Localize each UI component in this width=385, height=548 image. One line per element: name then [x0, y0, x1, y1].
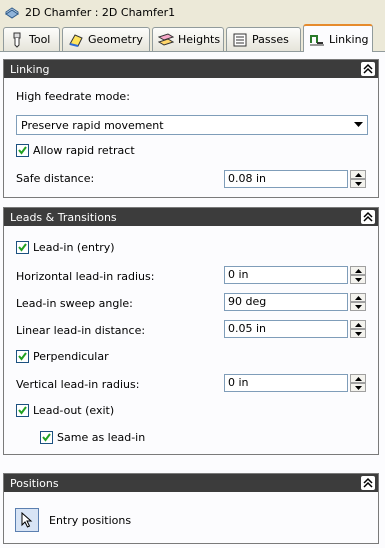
- linking-panel-header[interactable]: Linking: [4, 60, 378, 78]
- lead-out-checkbox[interactable]: [16, 404, 29, 417]
- spin-up-icon[interactable]: [350, 374, 366, 383]
- spin-up-icon[interactable]: [350, 320, 366, 329]
- tab-geometry[interactable]: Geometry: [62, 27, 150, 51]
- lead-out-label: Lead-out (exit): [33, 404, 115, 417]
- lead-in-row[interactable]: Lead-in (entry): [16, 241, 115, 254]
- horizontal-radius-spinner: 0 in: [224, 266, 366, 284]
- sweep-angle-spinner: 90 deg: [224, 293, 366, 311]
- linear-distance-field[interactable]: 0.05 in: [224, 320, 348, 338]
- allow-rapid-retract-checkbox[interactable]: [16, 144, 29, 157]
- sweep-angle-row: Lead-in sweep angle:: [16, 297, 133, 310]
- leads-panel-title: Leads & Transitions: [10, 210, 117, 224]
- window-title: 2D Chamfer : 2D Chamfer1: [25, 5, 176, 19]
- high-feedrate-mode-label: High feedrate mode:: [16, 90, 130, 103]
- spin-down-icon[interactable]: [350, 302, 366, 311]
- vertical-radius-row: Vertical lead-in radius:: [16, 378, 139, 391]
- positions-panel: Positions Entry positions: [3, 473, 379, 544]
- spin-down-icon[interactable]: [350, 383, 366, 392]
- linear-distance-spinner: 0.05 in: [224, 320, 366, 338]
- linking-tab-content: Linking High feedrate mode: Preserve rap…: [0, 52, 385, 548]
- lead-in-label: Lead-in (entry): [33, 241, 115, 254]
- safe-distance-field[interactable]: 0.08 in: [224, 170, 348, 188]
- safe-distance-spinner: 0.08 in: [224, 170, 366, 188]
- spin-down-icon[interactable]: [350, 329, 366, 338]
- spin-up-icon[interactable]: [350, 293, 366, 302]
- collapse-icon[interactable]: [361, 62, 375, 76]
- spin-down-icon[interactable]: [350, 275, 366, 284]
- same-as-lead-in-row[interactable]: Same as lead-in: [40, 431, 145, 444]
- allow-rapid-retract-label: Allow rapid retract: [33, 144, 135, 157]
- entry-positions-row: Entry positions: [49, 514, 131, 527]
- tab-passes[interactable]: Passes: [226, 27, 301, 51]
- leads-transitions-panel: Leads & Transitions Lead-in (entry) Hori…: [3, 207, 379, 455]
- sweep-angle-label: Lead-in sweep angle:: [16, 297, 133, 310]
- vertical-radius-field[interactable]: 0 in: [224, 374, 348, 392]
- collapse-icon[interactable]: [361, 210, 375, 224]
- linking-panel-title: Linking: [10, 62, 50, 76]
- positions-panel-title: Positions: [10, 476, 59, 490]
- chevron-down-icon[interactable]: [350, 117, 366, 133]
- tab-linking[interactable]: Linking: [303, 24, 373, 52]
- geometry-icon: [69, 33, 83, 47]
- tab-tool[interactable]: Tool: [3, 27, 60, 51]
- sweep-angle-field[interactable]: 90 deg: [224, 293, 348, 311]
- high-feedrate-mode-select[interactable]: Preserve rapid movement: [16, 115, 368, 135]
- safe-distance-label: Safe distance:: [16, 172, 95, 185]
- spin-up-icon[interactable]: [350, 170, 366, 179]
- linear-distance-label: Linear lead-in distance:: [16, 324, 146, 337]
- high-feedrate-mode-row: High feedrate mode:: [16, 90, 130, 103]
- horizontal-radius-row: Horizontal lead-in radius:: [16, 270, 154, 283]
- horizontal-radius-field[interactable]: 0 in: [224, 266, 348, 284]
- cursor-arrow-icon: [21, 512, 33, 528]
- safe-distance-row: Safe distance:: [16, 172, 94, 185]
- same-as-lead-in-label: Same as lead-in: [57, 431, 146, 444]
- spin-up-icon[interactable]: [350, 266, 366, 275]
- vertical-radius-label: Vertical lead-in radius:: [16, 378, 140, 391]
- same-as-lead-in-checkbox[interactable]: [40, 431, 53, 444]
- tab-bar: Tool Geometry Heights Passes Linking: [0, 24, 385, 52]
- positions-panel-header[interactable]: Positions: [4, 474, 378, 492]
- leads-panel-header[interactable]: Leads & Transitions: [4, 208, 378, 226]
- entry-positions-button[interactable]: [15, 508, 39, 532]
- tool-icon: [13, 32, 21, 48]
- title-bar: 2D Chamfer : 2D Chamfer1: [0, 0, 385, 24]
- spin-down-icon[interactable]: [350, 179, 366, 188]
- allow-rapid-retract-row[interactable]: Allow rapid retract: [16, 144, 135, 157]
- perpendicular-checkbox[interactable]: [16, 350, 29, 363]
- linking-panel: Linking High feedrate mode: Preserve rap…: [3, 59, 379, 198]
- linear-distance-row: Linear lead-in distance:: [16, 324, 145, 337]
- linking-icon: [310, 35, 324, 46]
- heights-icon: [158, 32, 174, 46]
- passes-icon: [233, 33, 247, 46]
- horizontal-radius-label: Horizontal lead-in radius:: [16, 270, 155, 283]
- perpendicular-label: Perpendicular: [33, 350, 109, 363]
- entry-positions-label: Entry positions: [49, 514, 132, 527]
- chamfer-operation-icon: [5, 7, 19, 19]
- perpendicular-row[interactable]: Perpendicular: [16, 350, 109, 363]
- vertical-radius-spinner: 0 in: [224, 374, 366, 392]
- lead-in-checkbox[interactable]: [16, 241, 29, 254]
- lead-out-row[interactable]: Lead-out (exit): [16, 404, 114, 417]
- tab-heights[interactable]: Heights: [152, 27, 224, 51]
- collapse-icon[interactable]: [361, 476, 375, 490]
